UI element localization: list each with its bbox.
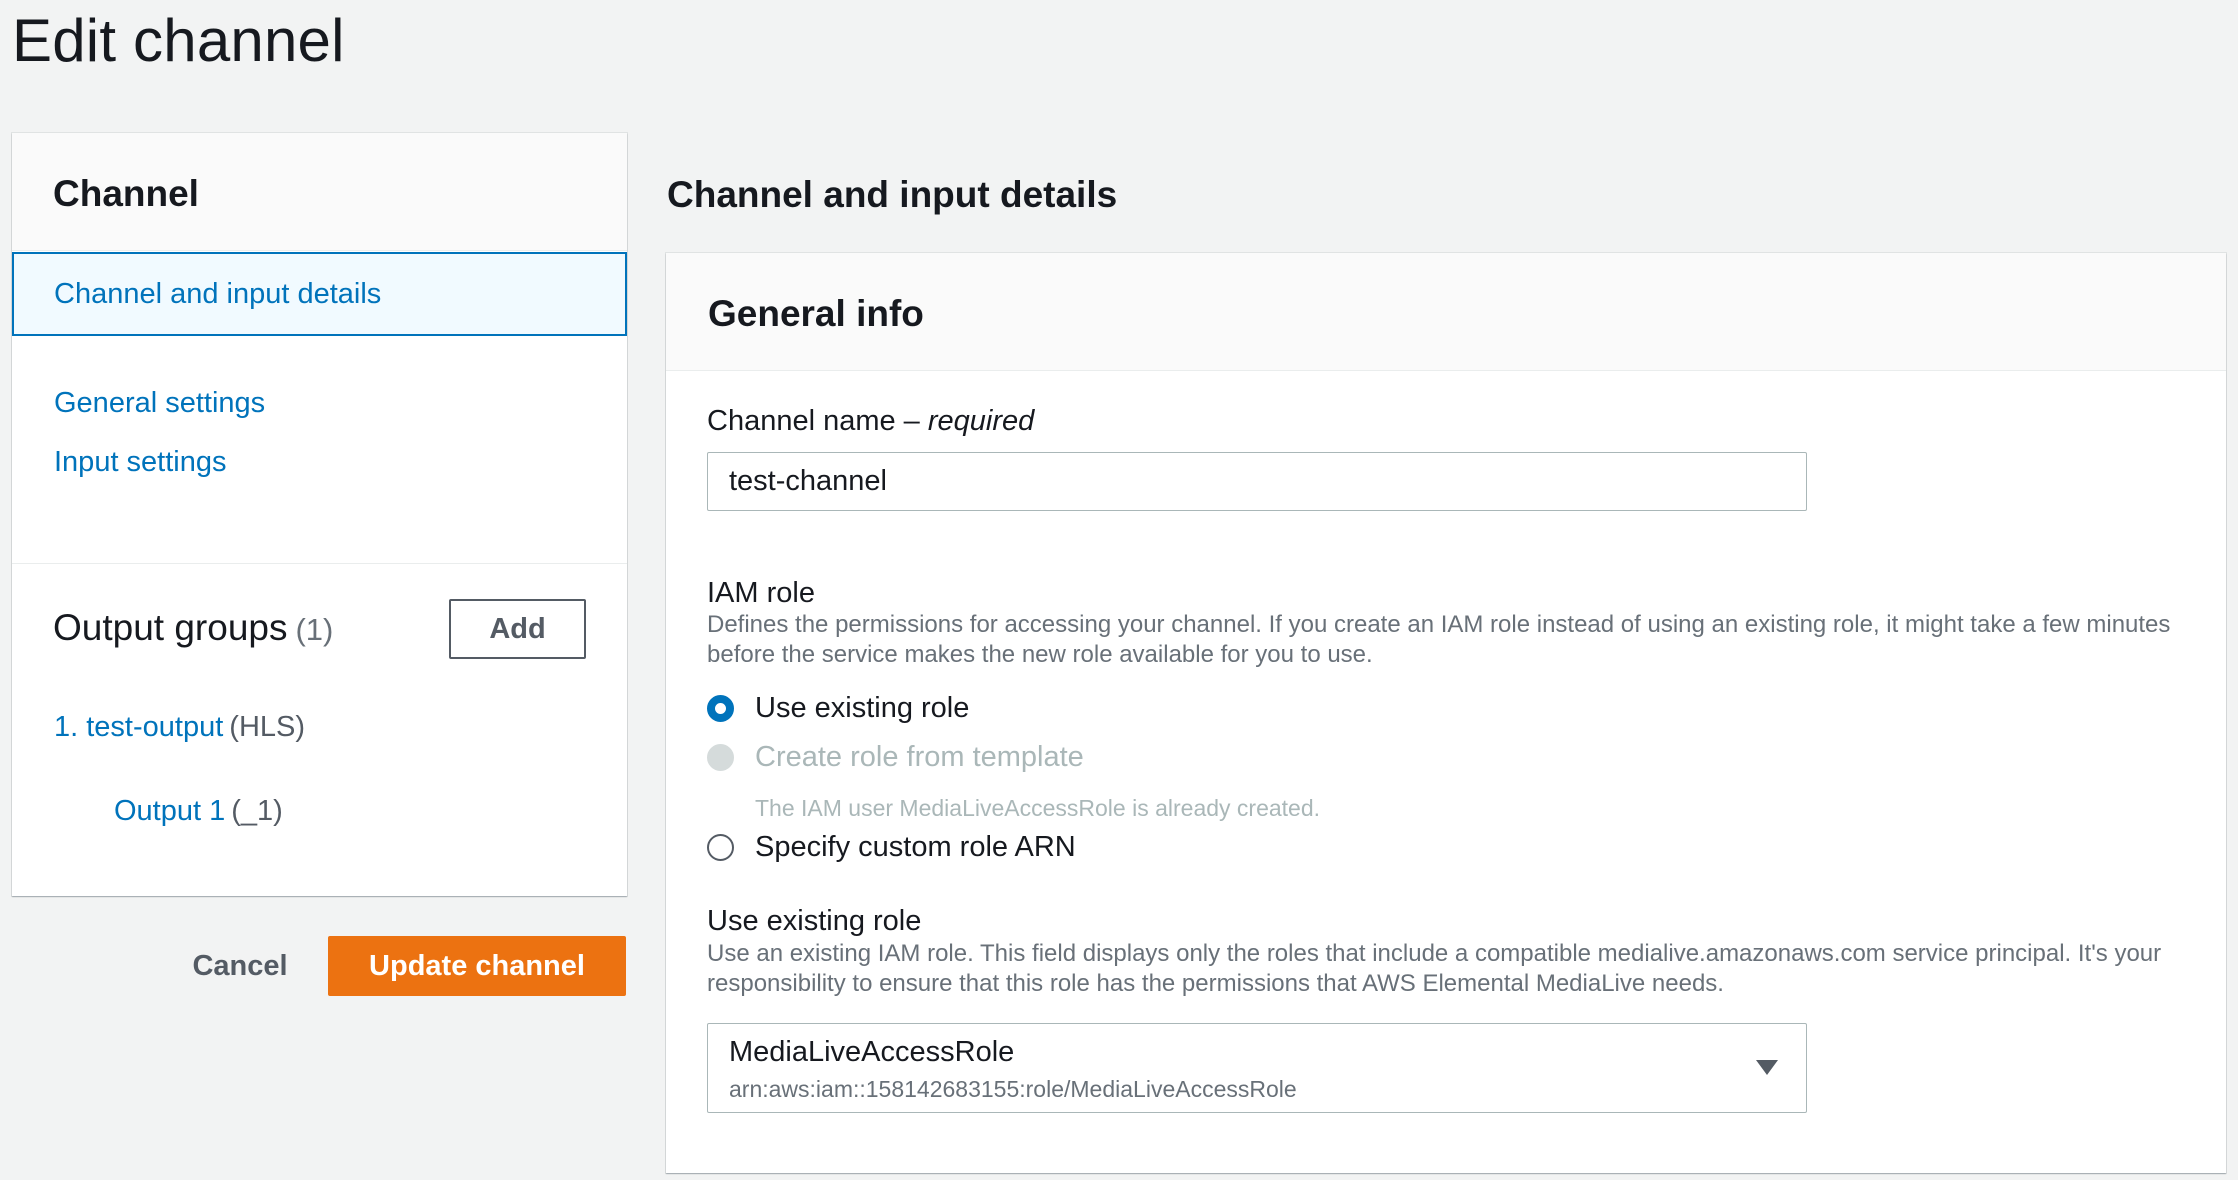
- nav-divider: [12, 563, 627, 564]
- nav-item-channel-and-input-details[interactable]: Channel and input details: [12, 252, 627, 336]
- iam-role-label: IAM role: [707, 577, 815, 609]
- radio-unchecked-icon[interactable]: [707, 834, 734, 861]
- output-link[interactable]: Output 1: [114, 795, 225, 827]
- section-title: Channel and input details: [667, 174, 1118, 215]
- card-title: General info: [708, 293, 924, 334]
- caret-down-icon[interactable]: [1756, 1060, 1778, 1075]
- existing-role-select[interactable]: MediaLiveAccessRole arn:aws:iam::1581426…: [707, 1023, 1807, 1113]
- output-group-type: (HLS): [229, 711, 306, 743]
- output-groups-label: Output groups: [53, 607, 288, 648]
- select-value-arn: arn:aws:iam::158142683155:role/MediaLive…: [729, 1076, 1297, 1102]
- page-title: Edit channel: [12, 7, 345, 74]
- radio-label-create-role: Create role from template: [755, 741, 1084, 773]
- general-info-card: General info Channel name – required tes…: [666, 253, 2226, 1173]
- card-header: General info: [666, 253, 2226, 371]
- output-groups-count: (1): [295, 612, 334, 647]
- output-groups-title: Output groups (1): [53, 607, 333, 649]
- cancel-button[interactable]: Cancel: [170, 936, 310, 996]
- output-group-link[interactable]: 1. test-output: [54, 711, 223, 743]
- channel-navigation-panel: Channel Channel and input details Genera…: [12, 133, 627, 896]
- output-group-item[interactable]: 1. test-output (HLS): [54, 711, 305, 744]
- update-channel-button[interactable]: Update channel: [328, 936, 626, 996]
- output-item[interactable]: Output 1 (_1): [114, 795, 283, 828]
- iam-role-description: Defines the permissions for accessing yo…: [707, 611, 2171, 668]
- create-role-description: The IAM user MediaLiveAccessRole is alre…: [755, 795, 1321, 821]
- nav-header: Channel: [12, 133, 627, 251]
- radio-use-existing-role[interactable]: Use existing role: [707, 692, 969, 725]
- select-value: MediaLiveAccessRole: [729, 1036, 1015, 1068]
- radio-label-custom-role-arn: Specify custom role ARN: [755, 831, 1076, 863]
- radio-checked-icon[interactable]: [707, 695, 734, 722]
- radio-create-role-from-template: Create role from template: [707, 741, 1084, 774]
- radio-specify-custom-role-arn[interactable]: Specify custom role ARN: [707, 831, 1076, 864]
- nav-header-title: Channel: [53, 173, 199, 214]
- radio-label-use-existing-role: Use existing role: [755, 692, 970, 724]
- channel-name-label: Channel name – required: [707, 405, 1034, 438]
- nav-item-input-settings[interactable]: Input settings: [12, 420, 627, 504]
- channel-name-input[interactable]: test-channel: [707, 452, 1807, 511]
- output-suffix: (_1): [231, 795, 283, 827]
- existing-role-label: Use existing role: [707, 905, 922, 937]
- channel-name-label-text: Channel name –: [707, 405, 928, 437]
- radio-disabled-icon: [707, 744, 734, 771]
- existing-role-description: Use an existing IAM role. This field dis…: [707, 940, 2162, 997]
- add-output-group-button[interactable]: Add: [449, 599, 586, 659]
- required-indicator: required: [927, 405, 1035, 437]
